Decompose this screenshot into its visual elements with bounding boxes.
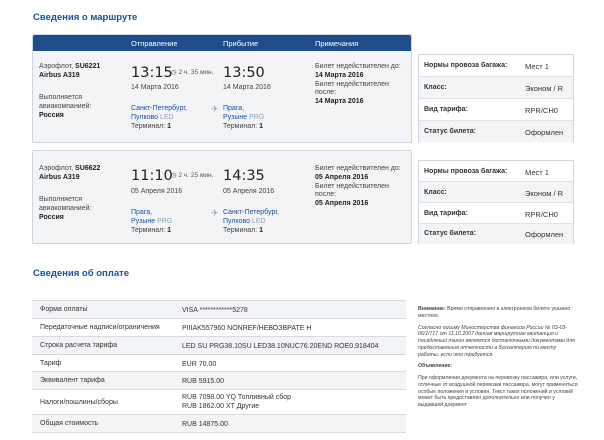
payment-row: Строка расчета тарифа LED SU PRG38.10SU L… bbox=[32, 337, 406, 355]
arrival-date: 14 Марта 2016 bbox=[223, 84, 271, 91]
flight-card: Отправление Прибытие Примечания Аэрофлот… bbox=[32, 34, 412, 143]
plane-icon: ✈ bbox=[211, 208, 219, 218]
payment-section-title: Сведения об оплате bbox=[33, 268, 130, 279]
payment-notes: Внимание: Время отправления в электронно… bbox=[418, 306, 578, 414]
arrival-place: Прага, Рузыне PRG Терминал: 1 bbox=[223, 105, 265, 130]
ticket-status-row: Статус билета: Оформлен bbox=[419, 121, 573, 142]
payment-row: Налоги/пошлины/сборы RUB 7098.00 YQ Топл… bbox=[32, 390, 406, 415]
ministry-letter-note: Согласно письму Министерства финансов Ро… bbox=[418, 324, 575, 358]
announcement-note: При оформлении документа на перевозку па… bbox=[418, 375, 578, 408]
route-section-title: Сведения о маршруте bbox=[33, 12, 138, 23]
notes-header: Примечания bbox=[315, 39, 359, 48]
flight-duration: ◷ 2 ч. 25 мин. bbox=[171, 172, 214, 179]
baggage-table: Нормы провоза багажа: Мест 1 Класс: Эконом… bbox=[418, 160, 574, 244]
payment-row: Форма оплаты VISA ************5278 bbox=[32, 301, 406, 319]
payment-row: Тариф EUR 70.00 bbox=[32, 355, 406, 372]
departure-place: Санкт-Петербург, Пулково LED Терминал: 1 bbox=[131, 105, 187, 130]
fare-type-row: Вид тарифа: RPR/CH0 bbox=[419, 99, 573, 121]
ticket-validity-note: Билет недействителен до: 14 Марта 2016 Б… bbox=[315, 63, 401, 105]
clock-icon: ◷ bbox=[171, 69, 177, 76]
arrival-place: Санкт-Петербург, Пулково LED Терминал: 1 bbox=[223, 209, 279, 234]
plane-icon: ✈ bbox=[211, 104, 219, 114]
arrival-time: 13:50 bbox=[223, 65, 265, 81]
total-cost-row: Общая стоимость RUB 14875.00 bbox=[32, 415, 406, 433]
flight-duration: ◷ 2 ч. 35 мин. bbox=[171, 69, 214, 76]
clock-icon: ◷ bbox=[171, 172, 177, 179]
departure-time: 11:10 bbox=[131, 168, 173, 184]
flight-info: Аэрофлот, SU6221 Airbus A319 bbox=[39, 63, 101, 79]
operator-info: Выполняется авиакомпанией: Россия bbox=[39, 94, 92, 119]
ticket-validity-note: Билет недействителен до: 05 Апреля 2016 … bbox=[315, 165, 401, 207]
flight-info: Аэрофлот, SU6622 Airbus A319 bbox=[39, 165, 101, 181]
payment-row: Передаточные надписи/ограничения PIIIAK55… bbox=[32, 319, 406, 337]
ticket-status-row: Статус билета: Оформлен bbox=[419, 224, 573, 244]
class-row: Класс: Эконом / R bbox=[419, 182, 573, 203]
baggage-row: Нормы провоза багажа: Мест 1 bbox=[419, 161, 573, 182]
departure-date: 05 Апреля 2016 bbox=[131, 188, 183, 195]
baggage-table: Нормы провоза багажа: Мест 1 Класс: Эконом… bbox=[418, 54, 574, 142]
departure-header: Отправление bbox=[131, 39, 178, 48]
departure-date: 14 Марта 2016 bbox=[131, 84, 179, 91]
arrival-time: 14:35 bbox=[223, 168, 265, 184]
payment-table: Форма оплаты VISA ************5278 Переда… bbox=[32, 300, 406, 433]
attention-note: Внимание: Время отправления в электронно… bbox=[418, 306, 571, 319]
flight-table-header: Отправление Прибытие Примечания bbox=[33, 35, 411, 51]
fare-type-row: Вид тарифа: RPR/CH0 bbox=[419, 203, 573, 224]
departure-place: Прага, Рузыне PRG Терминал: 1 bbox=[131, 209, 173, 234]
payment-row: Эквивалент тарифа RUB 5915.00 bbox=[32, 372, 406, 390]
arrival-date: 05 Апреля 2016 bbox=[223, 188, 275, 195]
flight-card: Аэрофлот, SU6622 Airbus A319 Выполняется… bbox=[32, 150, 412, 244]
class-row: Класс: Эконом / R bbox=[419, 77, 573, 99]
baggage-row: Нормы провоза багажа: Мест 1 bbox=[419, 55, 573, 77]
operator-info: Выполняется авиакомпанией: Россия bbox=[39, 196, 92, 221]
announcement-label: Объявление: bbox=[418, 363, 453, 370]
departure-time: 13:15 bbox=[131, 65, 173, 81]
arrival-header: Прибытие bbox=[223, 39, 259, 48]
